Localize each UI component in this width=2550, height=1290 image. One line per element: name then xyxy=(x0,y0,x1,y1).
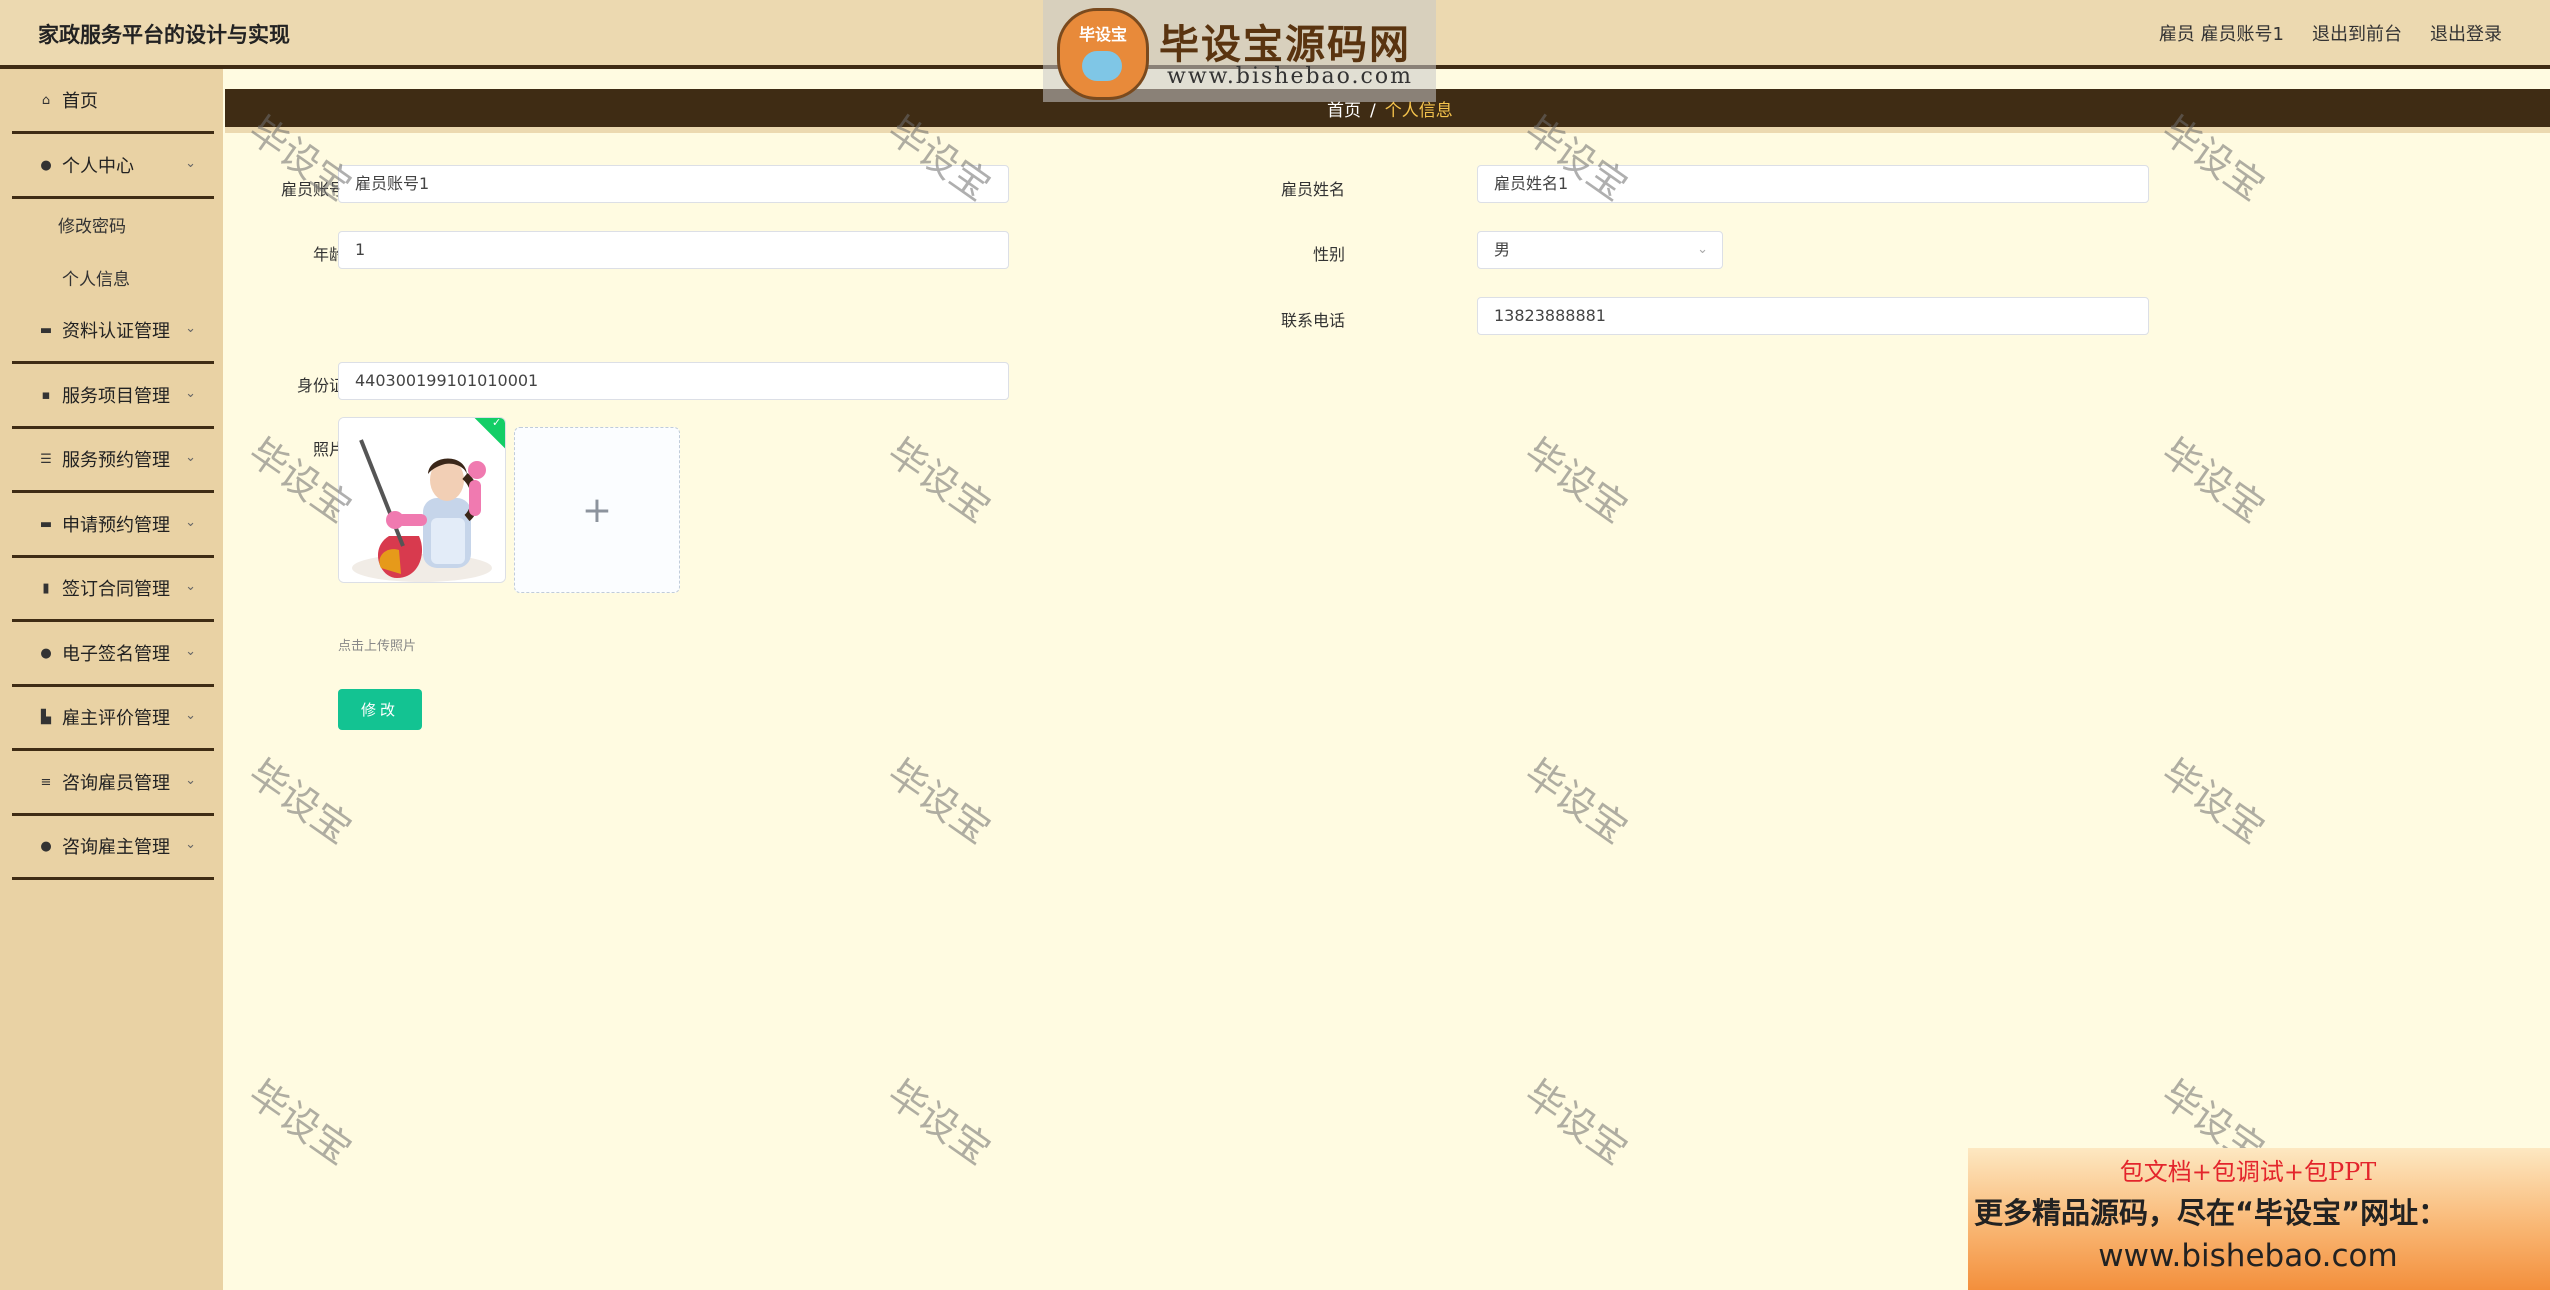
sidebar-item-service-items[interactable]: ▪ 服务项目管理 ⌄ xyxy=(12,364,214,429)
sidebar-item-label: 咨询雇员管理 xyxy=(62,773,170,794)
logo-url: www.bishebao.com xyxy=(1167,64,1413,89)
gender-label: 性别 xyxy=(1312,245,1345,264)
chevron-down-icon: ⌄ xyxy=(185,644,196,659)
sidebar-item-label: 签订合同管理 xyxy=(62,579,170,600)
sidebar-item-consult-employer[interactable]: ● 咨询雇主管理 ⌄ xyxy=(12,815,214,880)
sidebar-item-contracts[interactable]: ▮ 签订合同管理 ⌄ xyxy=(12,557,214,622)
sidebar-item-e-signature[interactable]: ● 电子签名管理 ⌄ xyxy=(12,622,214,687)
chevron-down-icon: ⌄ xyxy=(185,156,196,171)
logo-face-icon xyxy=(1082,51,1122,81)
sidebar-item-home[interactable]: ⌂ 首页 xyxy=(12,69,214,134)
sidebar-item-label: 资料认证管理 xyxy=(62,321,170,342)
chevron-down-icon: ⌄ xyxy=(185,386,196,401)
chat-icon: ▪ xyxy=(41,387,51,403)
user-icon: ● xyxy=(40,157,52,173)
breadcrumb-home[interactable]: 首页 xyxy=(1327,101,1361,121)
sidebar-item-personal-center[interactable]: ● 个人中心 ⌄ xyxy=(12,134,214,199)
sidebar-item-service-booking[interactable]: ☰ 服务预约管理 ⌄ xyxy=(12,428,214,493)
chevron-down-icon: ⌄ xyxy=(185,773,196,788)
chevron-down-icon: ⌄ xyxy=(185,450,196,465)
breadcrumb-current: 个人信息 xyxy=(1384,101,1453,121)
current-user-label: 雇员 雇员账号1 xyxy=(2158,24,2284,45)
submenu-item-change-password[interactable]: 修改密码 xyxy=(58,212,126,237)
chevron-down-icon: ⌄ xyxy=(1697,242,1708,257)
age-field[interactable]: 1 xyxy=(338,231,1009,269)
sidebar-item-label: 个人中心 xyxy=(62,156,134,177)
age-label: 年龄 xyxy=(312,245,345,264)
housekeeper-photo xyxy=(339,418,505,582)
logout-link[interactable]: 退出登录 xyxy=(2430,20,2502,46)
user-icon: ● xyxy=(40,838,52,854)
sidebar-item-label: 电子签名管理 xyxy=(62,644,170,665)
watermark-logo: 毕设宝 毕设宝源码网 www.bishebao.com xyxy=(1043,0,1436,102)
idcard-field[interactable]: 440300199101010001 xyxy=(338,362,1009,400)
phone-field[interactable]: 13823888881 xyxy=(1477,297,2149,335)
logo-emblem: 毕设宝 xyxy=(1057,8,1149,100)
promo-url: www.bishebao.com xyxy=(2098,1238,2398,1274)
promo-line-2: 更多精品源码，尽在“毕设宝”网址： xyxy=(1974,1196,2448,1230)
sidebar-item-apply-booking[interactable]: ▬ 申请预约管理 ⌄ xyxy=(12,493,214,558)
logo-badge-text: 毕设宝 xyxy=(1078,25,1127,44)
chevron-down-icon: ⌄ xyxy=(185,515,196,530)
home-icon: ⌂ xyxy=(41,92,51,108)
list-icon: ≡ xyxy=(40,774,52,790)
chevron-down-icon: ⌄ xyxy=(185,579,196,594)
plus-icon: + xyxy=(581,489,613,531)
sidebar-item-label: 申请预约管理 xyxy=(62,515,170,536)
chevron-down-icon: ⌄ xyxy=(185,837,196,852)
sidebar-item-label: 服务预约管理 xyxy=(62,450,170,471)
sidebar-item-label: 咨询雇主管理 xyxy=(62,837,170,858)
breadcrumb-separator: / xyxy=(1370,101,1376,121)
pin-icon: ● xyxy=(40,645,52,661)
photo-upload-button[interactable]: + xyxy=(514,427,680,593)
check-icon: ✓ xyxy=(492,417,502,429)
app-title: 家政服务平台的设计与实现 xyxy=(38,23,290,47)
chevron-down-icon: ⌄ xyxy=(185,708,196,723)
to-front-link[interactable]: 退出到前台 xyxy=(2312,20,2402,46)
sidebar-item-certification[interactable]: ▬ 资料认证管理 ⌄ xyxy=(12,299,214,364)
books-icon: ▮ xyxy=(42,580,50,596)
sidebar-item-label: 服务项目管理 xyxy=(62,386,170,407)
submenu-item-personal-info[interactable]: 个人信息 xyxy=(62,265,130,290)
header-actions: 雇员 雇员账号1 退出到前台 退出登录 xyxy=(2159,20,2502,46)
sidebar: ⌂ 首页 ● 个人中心 ⌄ 修改密码 个人信息 ▬ 资料认证管理 ⌄ ▪ 服务项… xyxy=(0,69,223,1290)
account-field[interactable]: 雇员账号1 xyxy=(338,165,1009,203)
sidebar-item-employer-reviews[interactable]: ▙ 雇主评价管理 ⌄ xyxy=(12,686,214,751)
rating-icon: ▙ xyxy=(41,709,51,725)
phone-label: 联系电话 xyxy=(1280,311,1345,330)
promo-banner: 包文档+包调试+包PPT 更多精品源码，尽在“毕设宝”网址： www.bishe… xyxy=(1968,1148,2550,1290)
idcard-label: 身份证 xyxy=(296,376,345,395)
name-label: 雇员姓名 xyxy=(1280,180,1345,199)
logo-title: 毕设宝源码网 xyxy=(1159,22,1411,68)
submit-button[interactable]: 修改 xyxy=(338,689,422,730)
sliders-icon: ☰ xyxy=(40,451,52,467)
sidebar-item-label: 首页 xyxy=(62,91,98,112)
gender-select-value: 男 xyxy=(1494,240,1511,259)
photo-thumbnail[interactable]: ✓ xyxy=(338,417,506,583)
document-icon: ▬ xyxy=(39,322,53,338)
sidebar-item-consult-employee[interactable]: ≡ 咨询雇员管理 ⌄ xyxy=(12,751,214,816)
upload-hint: 点击上传照片 xyxy=(338,639,417,654)
chevron-down-icon: ⌄ xyxy=(185,321,196,336)
gender-select[interactable]: 男 ⌄ xyxy=(1477,231,1723,269)
promo-line-1: 包文档+包调试+包PPT xyxy=(2119,1158,2377,1186)
monitor-icon: ▬ xyxy=(39,516,53,532)
sidebar-item-label: 雇主评价管理 xyxy=(62,708,170,729)
